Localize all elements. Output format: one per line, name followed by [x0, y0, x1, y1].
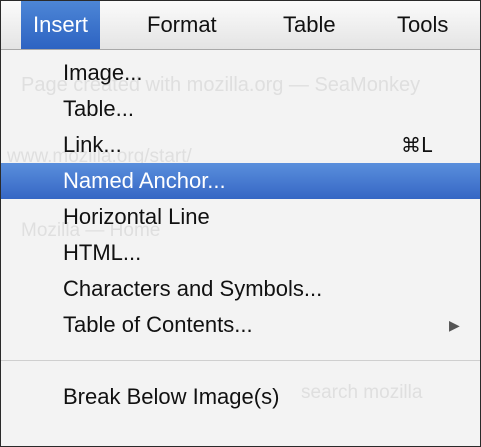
window-frame: Insert Format Table Tools Page created w… — [0, 0, 481, 447]
menu-item-label: Characters and Symbols... — [63, 276, 323, 301]
keyboard-shortcut: ⌘L — [401, 133, 433, 157]
menubar-item-insert[interactable]: Insert — [21, 1, 101, 49]
menu-item-label: HTML... — [63, 240, 142, 265]
menu-separator — [1, 360, 480, 361]
menubar-item-format[interactable]: Format — [143, 1, 221, 49]
menu-item-link[interactable]: Link... ⌘L — [1, 127, 480, 163]
menu-item-label: Image... — [63, 60, 143, 85]
menu-item-label: Link... — [63, 132, 122, 157]
menu-item-label: Table of Contents... — [63, 312, 253, 337]
menu-item-label: Table... — [63, 96, 134, 121]
menu-item-label: Break Below Image(s) — [63, 384, 280, 409]
menu-item-table-of-contents[interactable]: Table of Contents... ▶ — [1, 307, 480, 343]
submenu-arrow-icon: ▶ — [449, 317, 460, 333]
menu-item-break-below-image[interactable]: Break Below Image(s) — [1, 379, 480, 415]
menu-item-label: Horizontal Line — [63, 204, 210, 229]
menu-item-horizontal-line[interactable]: Horizontal Line — [1, 199, 480, 235]
menu-item-table[interactable]: Table... — [1, 91, 480, 127]
menu-item-html[interactable]: HTML... — [1, 235, 480, 271]
menu-item-named-anchor[interactable]: Named Anchor... — [1, 163, 480, 199]
insert-menu-dropdown: Page created with mozilla.org — SeaMonke… — [1, 50, 480, 446]
menubar: Insert Format Table Tools — [1, 1, 480, 50]
menubar-item-table[interactable]: Table — [279, 1, 340, 49]
menu-item-characters-and-symbols[interactable]: Characters and Symbols... — [1, 271, 480, 307]
menubar-item-tools[interactable]: Tools — [393, 1, 452, 49]
menu-item-label: Named Anchor... — [63, 168, 226, 193]
menu-item-image[interactable]: Image... — [1, 55, 480, 91]
